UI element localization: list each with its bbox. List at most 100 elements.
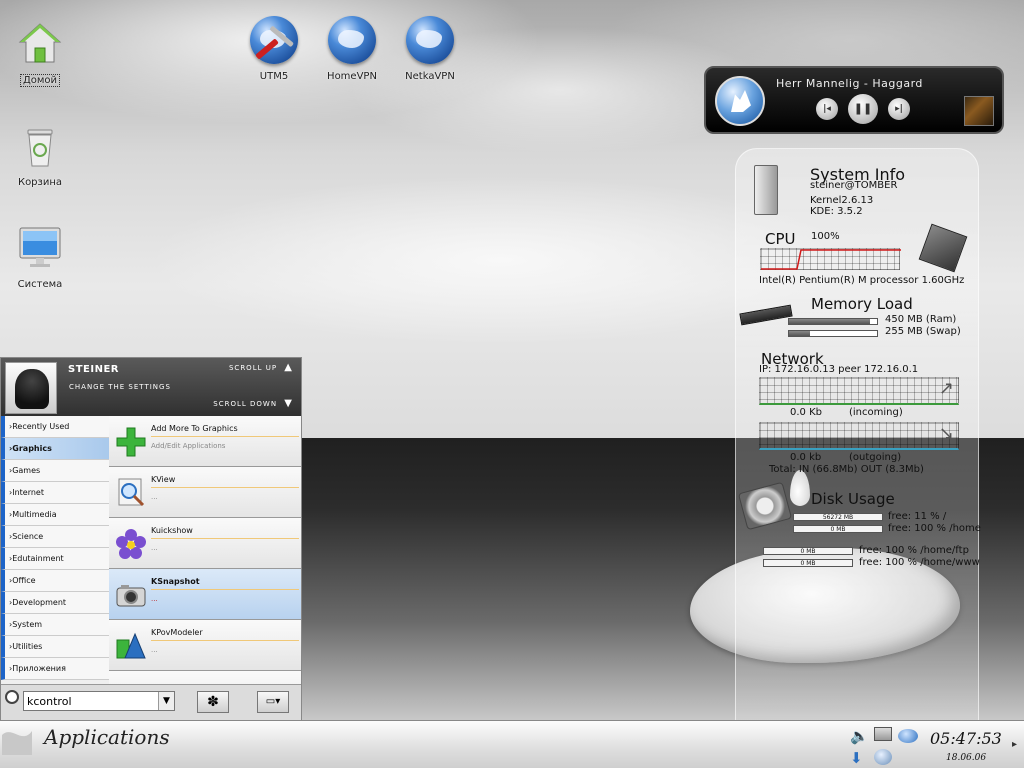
disk-used: 56272 MB <box>822 514 854 521</box>
category-science[interactable]: ›Science <box>1 526 109 548</box>
category-edutainment[interactable]: ›Edutainment <box>1 548 109 570</box>
arrow-up-right-icon: ↗ <box>938 378 954 399</box>
scroll-up-button[interactable]: SCROLL UP ▲ <box>229 362 293 373</box>
scroll-down-button[interactable]: SCROLL DOWN ▼ <box>213 398 293 409</box>
search-combobox[interactable]: kcontrol ▼ <box>23 691 175 711</box>
triangle-up-icon: ▲ <box>284 362 293 373</box>
category-label: Graphics <box>12 444 52 453</box>
shapes-icon <box>115 630 147 662</box>
disk-bar-root: 56272 MB <box>793 513 883 521</box>
disk-used: 0 MB <box>800 548 816 555</box>
clock-time: 05:47:53 <box>930 729 1002 748</box>
network-total: Total: IN (66.8Mb) OUT (8.3Mb) <box>769 464 924 475</box>
scroll-down-label: SCROLL DOWN <box>213 400 278 408</box>
app-separator <box>151 640 299 641</box>
search-icon <box>5 690 19 704</box>
logout-button[interactable]: ▭▾ <box>257 691 289 713</box>
app-add-more[interactable]: Add More To Graphics Add/Edit Applicatio… <box>109 416 301 467</box>
network-globe-icon[interactable] <box>898 729 918 743</box>
user-avatar[interactable] <box>5 362 57 414</box>
category-applications-ru[interactable]: ›Приложения <box>1 658 109 680</box>
monitor-icon <box>16 224 64 272</box>
cpu-model: Intel(R) Pentium(R) M processor 1.60GHz <box>759 275 965 286</box>
applications-menu: STEINER CHANGE THE SETTINGS SCROLL UP ▲ … <box>0 357 302 720</box>
pause-icon: ❚❚ <box>853 102 873 115</box>
app-partial[interactable] <box>109 671 301 684</box>
disk-free-root: free: 11 % / <box>888 511 947 522</box>
category-development[interactable]: ›Development <box>1 592 109 614</box>
category-graphics[interactable]: ›Graphics <box>1 438 109 460</box>
app-kpovmodeler[interactable]: KPovModeler ... <box>109 620 301 671</box>
desktop-icon-netkavpn[interactable]: NetkaVPN <box>390 16 470 83</box>
network-ip: IP: 172.16.0.13 peer 172.16.0.1 <box>759 364 919 375</box>
desktop-icon-system[interactable]: Система <box>0 224 80 291</box>
speaker-icon[interactable]: 🔈 <box>850 727 869 745</box>
camera-icon <box>115 579 147 611</box>
desktop-icon-utm5[interactable]: UTM5 <box>234 16 314 83</box>
globe-icon <box>406 16 454 64</box>
cpu-title: CPU <box>765 230 796 248</box>
swap-usage: 255 MB (Swap) <box>885 326 961 337</box>
app-separator <box>151 538 299 539</box>
player-logo-icon[interactable] <box>715 76 765 126</box>
app-description: ... <box>151 493 158 501</box>
chevron-down-icon[interactable]: ▼ <box>158 692 174 710</box>
change-settings-link[interactable]: CHANGE THE SETTINGS <box>69 383 171 391</box>
kde-version: KDE: 3.5.2 <box>810 206 863 217</box>
disk-title: Disk Usage <box>811 490 895 508</box>
ram-bar <box>788 318 878 325</box>
desktop-icon-label: Система <box>17 279 63 290</box>
category-internet[interactable]: ›Internet <box>1 482 109 504</box>
disk-used: 0 MB <box>830 526 846 533</box>
category-system[interactable]: ›System <box>1 614 109 636</box>
category-recently-used[interactable]: ›Recently Used <box>1 416 109 438</box>
category-label: Science <box>12 532 44 541</box>
desktop-icon-homevpn[interactable]: HomeVPN <box>312 16 392 83</box>
app-kuickshow[interactable]: Kuickshow ... <box>109 518 301 569</box>
category-label: Games <box>12 466 41 475</box>
globe-tray-icon[interactable] <box>874 749 892 765</box>
plus-icon <box>115 426 147 458</box>
disk-free-www: free: 100 % /home/www <box>859 557 980 568</box>
category-games[interactable]: ›Games <box>1 460 109 482</box>
app-name: Kuickshow <box>151 526 193 535</box>
desktop-icon-label: HomeVPN <box>327 71 377 82</box>
desktop-icon-trash[interactable]: Корзина <box>0 122 80 189</box>
next-track-button[interactable]: ▸| <box>888 98 910 120</box>
cpu-graph <box>760 248 901 270</box>
gear-icon: ✽ <box>207 694 219 710</box>
printer-icon[interactable] <box>874 727 892 741</box>
app-separator <box>151 487 299 488</box>
desktop-icon-label: NetkaVPN <box>405 71 455 82</box>
flower-icon <box>115 528 147 560</box>
category-office[interactable]: ›Office <box>1 570 109 592</box>
download-arrow-icon[interactable]: ⬇ <box>850 749 863 767</box>
desktop-icon-label: UTM5 <box>259 71 289 82</box>
desktop-icon-home[interactable]: Домой <box>0 20 80 87</box>
incoming-label: (incoming) <box>849 407 903 418</box>
disk-free-ftp: free: 100 % /home/ftp <box>859 545 969 556</box>
outgoing-value: 0.0 kb <box>790 452 822 463</box>
arrow-down-right-icon: ↘ <box>938 423 954 444</box>
scroll-up-label: SCROLL UP <box>228 364 278 372</box>
skip-previous-icon: |◂ <box>823 104 831 114</box>
clock[interactable]: 05:47:53 18.06.06 <box>926 725 1006 767</box>
disk-bar-ftp: 0 MB <box>763 547 853 555</box>
hard-disk-icon <box>737 481 793 531</box>
app-separator <box>151 436 299 437</box>
memory-title: Memory Load <box>811 295 913 313</box>
panel-arrow-icon[interactable]: ▸ <box>1012 739 1017 750</box>
settings-button[interactable]: ✽ <box>197 691 229 713</box>
disk-bar-home: 0 MB <box>793 525 883 533</box>
category-label: Edutainment <box>12 554 64 563</box>
disk-bar-www: 0 MB <box>763 559 853 567</box>
pause-button[interactable]: ❚❚ <box>848 94 878 124</box>
applications-button[interactable]: Applications <box>0 721 170 768</box>
app-kview[interactable]: KView ... <box>109 467 301 518</box>
previous-track-button[interactable]: |◂ <box>816 98 838 120</box>
globe-icon <box>328 16 376 64</box>
category-utilities[interactable]: ›Utilities <box>1 636 109 658</box>
category-multimedia[interactable]: ›Multimedia <box>1 504 109 526</box>
app-ksnapshot[interactable]: KSnapshot ... <box>109 569 301 620</box>
album-cover[interactable] <box>964 96 994 126</box>
